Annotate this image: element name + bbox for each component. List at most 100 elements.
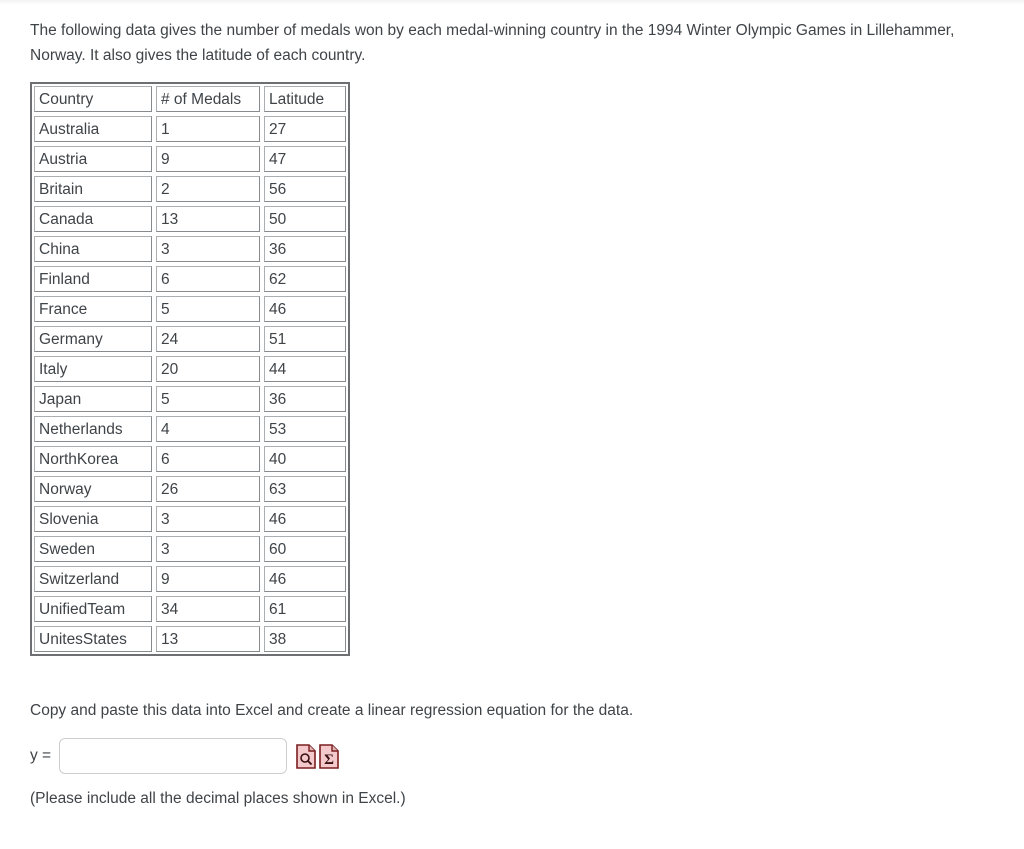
table-cell: Slovenia <box>32 504 154 534</box>
cell-country: Japan <box>34 386 152 412</box>
cell-latitude: 51 <box>264 326 346 352</box>
cell-country: France <box>34 296 152 322</box>
document-sigma-icon[interactable]: Σ <box>319 743 339 769</box>
svg-text:Σ: Σ <box>324 752 334 768</box>
regression-equation-input[interactable] <box>59 738 288 774</box>
cell-latitude: 63 <box>264 476 346 502</box>
cell-latitude: 61 <box>264 596 346 622</box>
medals-table-body: Australia 1 27 Austria 9 47 Britain 2 56 Canada 13… <box>32 114 348 654</box>
cell-latitude: 46 <box>264 506 346 532</box>
table-cell: Canada <box>32 204 154 234</box>
table-cell: 44 <box>262 354 348 384</box>
table-header-row: Country # of Medals Latitude <box>32 84 348 114</box>
table-row: NorthKorea 6 40 <box>32 444 348 474</box>
table-header-cell: Latitude <box>262 84 348 114</box>
table-row: Austria 9 47 <box>32 144 348 174</box>
cell-country: Canada <box>34 206 152 232</box>
table-cell: 47 <box>262 144 348 174</box>
table-cell: Sweden <box>32 534 154 564</box>
table-row: Italy 20 44 <box>32 354 348 384</box>
cell-latitude: 40 <box>264 446 346 472</box>
table-row: Switzerland 9 46 <box>32 564 348 594</box>
cell-latitude: 38 <box>264 626 346 652</box>
cell-latitude: 27 <box>264 116 346 142</box>
medals-table-container: Country # of Medals Latitude Australia 1 2… <box>30 82 1024 656</box>
table-cell: 34 <box>154 594 262 624</box>
table-row: Sweden 3 60 <box>32 534 348 564</box>
table-cell: Germany <box>32 324 154 354</box>
table-header-cell: Country <box>32 84 154 114</box>
cell-country: Austria <box>34 146 152 172</box>
table-cell: NorthKorea <box>32 444 154 474</box>
table-cell: 6 <box>154 264 262 294</box>
table-row: Finland 6 62 <box>32 264 348 294</box>
cell-medals: 9 <box>156 146 260 172</box>
table-row: Australia 1 27 <box>32 114 348 144</box>
document-magnifier-icon[interactable] <box>296 743 316 769</box>
table-cell: 1 <box>154 114 262 144</box>
table-cell: Italy <box>32 354 154 384</box>
cell-medals: 9 <box>156 566 260 592</box>
table-cell: Netherlands <box>32 414 154 444</box>
answer-row: y = Σ <box>30 738 1024 774</box>
cell-medals: 4 <box>156 416 260 442</box>
table-cell: 38 <box>262 624 348 654</box>
table-cell: 20 <box>154 354 262 384</box>
cell-medals: 6 <box>156 266 260 292</box>
cell-medals: 24 <box>156 326 260 352</box>
header-country: Country <box>34 86 152 112</box>
cell-country: Netherlands <box>34 416 152 442</box>
cell-medals: 2 <box>156 176 260 202</box>
cell-country: Norway <box>34 476 152 502</box>
cell-latitude: 44 <box>264 356 346 382</box>
table-cell: 60 <box>262 534 348 564</box>
cell-latitude: 46 <box>264 566 346 592</box>
table-cell: 13 <box>154 204 262 234</box>
table-row: Norway 26 63 <box>32 474 348 504</box>
table-cell: 5 <box>154 294 262 324</box>
table-cell: 46 <box>262 294 348 324</box>
cell-medals: 5 <box>156 386 260 412</box>
cell-medals: 3 <box>156 506 260 532</box>
table-cell: 36 <box>262 384 348 414</box>
table-cell: 46 <box>262 564 348 594</box>
table-cell: 50 <box>262 204 348 234</box>
table-cell: Australia <box>32 114 154 144</box>
cell-medals: 1 <box>156 116 260 142</box>
header-latitude: Latitude <box>264 86 346 112</box>
cell-medals: 13 <box>156 626 260 652</box>
cell-latitude: 62 <box>264 266 346 292</box>
footnote-paragraph: (Please include all the decimal places s… <box>30 790 406 807</box>
table-cell: Britain <box>32 174 154 204</box>
table-cell: 3 <box>154 504 262 534</box>
cell-country: UnitesStates <box>34 626 152 652</box>
table-cell: 9 <box>154 144 262 174</box>
table-cell: 53 <box>262 414 348 444</box>
cell-country: Finland <box>34 266 152 292</box>
table-row: Slovenia 3 46 <box>32 504 348 534</box>
table-row: Britain 2 56 <box>32 174 348 204</box>
table-cell: 3 <box>154 234 262 264</box>
table-row: Germany 24 51 <box>32 324 348 354</box>
question-page: The following data gives the number of m… <box>0 0 1024 810</box>
cell-medals: 5 <box>156 296 260 322</box>
table-row: UnifiedTeam 34 61 <box>32 594 348 624</box>
cell-country: Italy <box>34 356 152 382</box>
cell-country: NorthKorea <box>34 446 152 472</box>
table-cell: 51 <box>262 324 348 354</box>
table-cell: 56 <box>262 174 348 204</box>
table-cell: 3 <box>154 534 262 564</box>
cell-medals: 3 <box>156 236 260 262</box>
cell-country: Britain <box>34 176 152 202</box>
table-cell: UnitesStates <box>32 624 154 654</box>
table-cell: Austria <box>32 144 154 174</box>
cell-country: Australia <box>34 116 152 142</box>
table-row: UnitesStates 13 38 <box>32 624 348 654</box>
cell-latitude: 36 <box>264 386 346 412</box>
table-cell: China <box>32 234 154 264</box>
table-cell: 9 <box>154 564 262 594</box>
cell-medals: 6 <box>156 446 260 472</box>
cell-medals: 34 <box>156 596 260 622</box>
cell-country: China <box>34 236 152 262</box>
table-cell: 6 <box>154 444 262 474</box>
